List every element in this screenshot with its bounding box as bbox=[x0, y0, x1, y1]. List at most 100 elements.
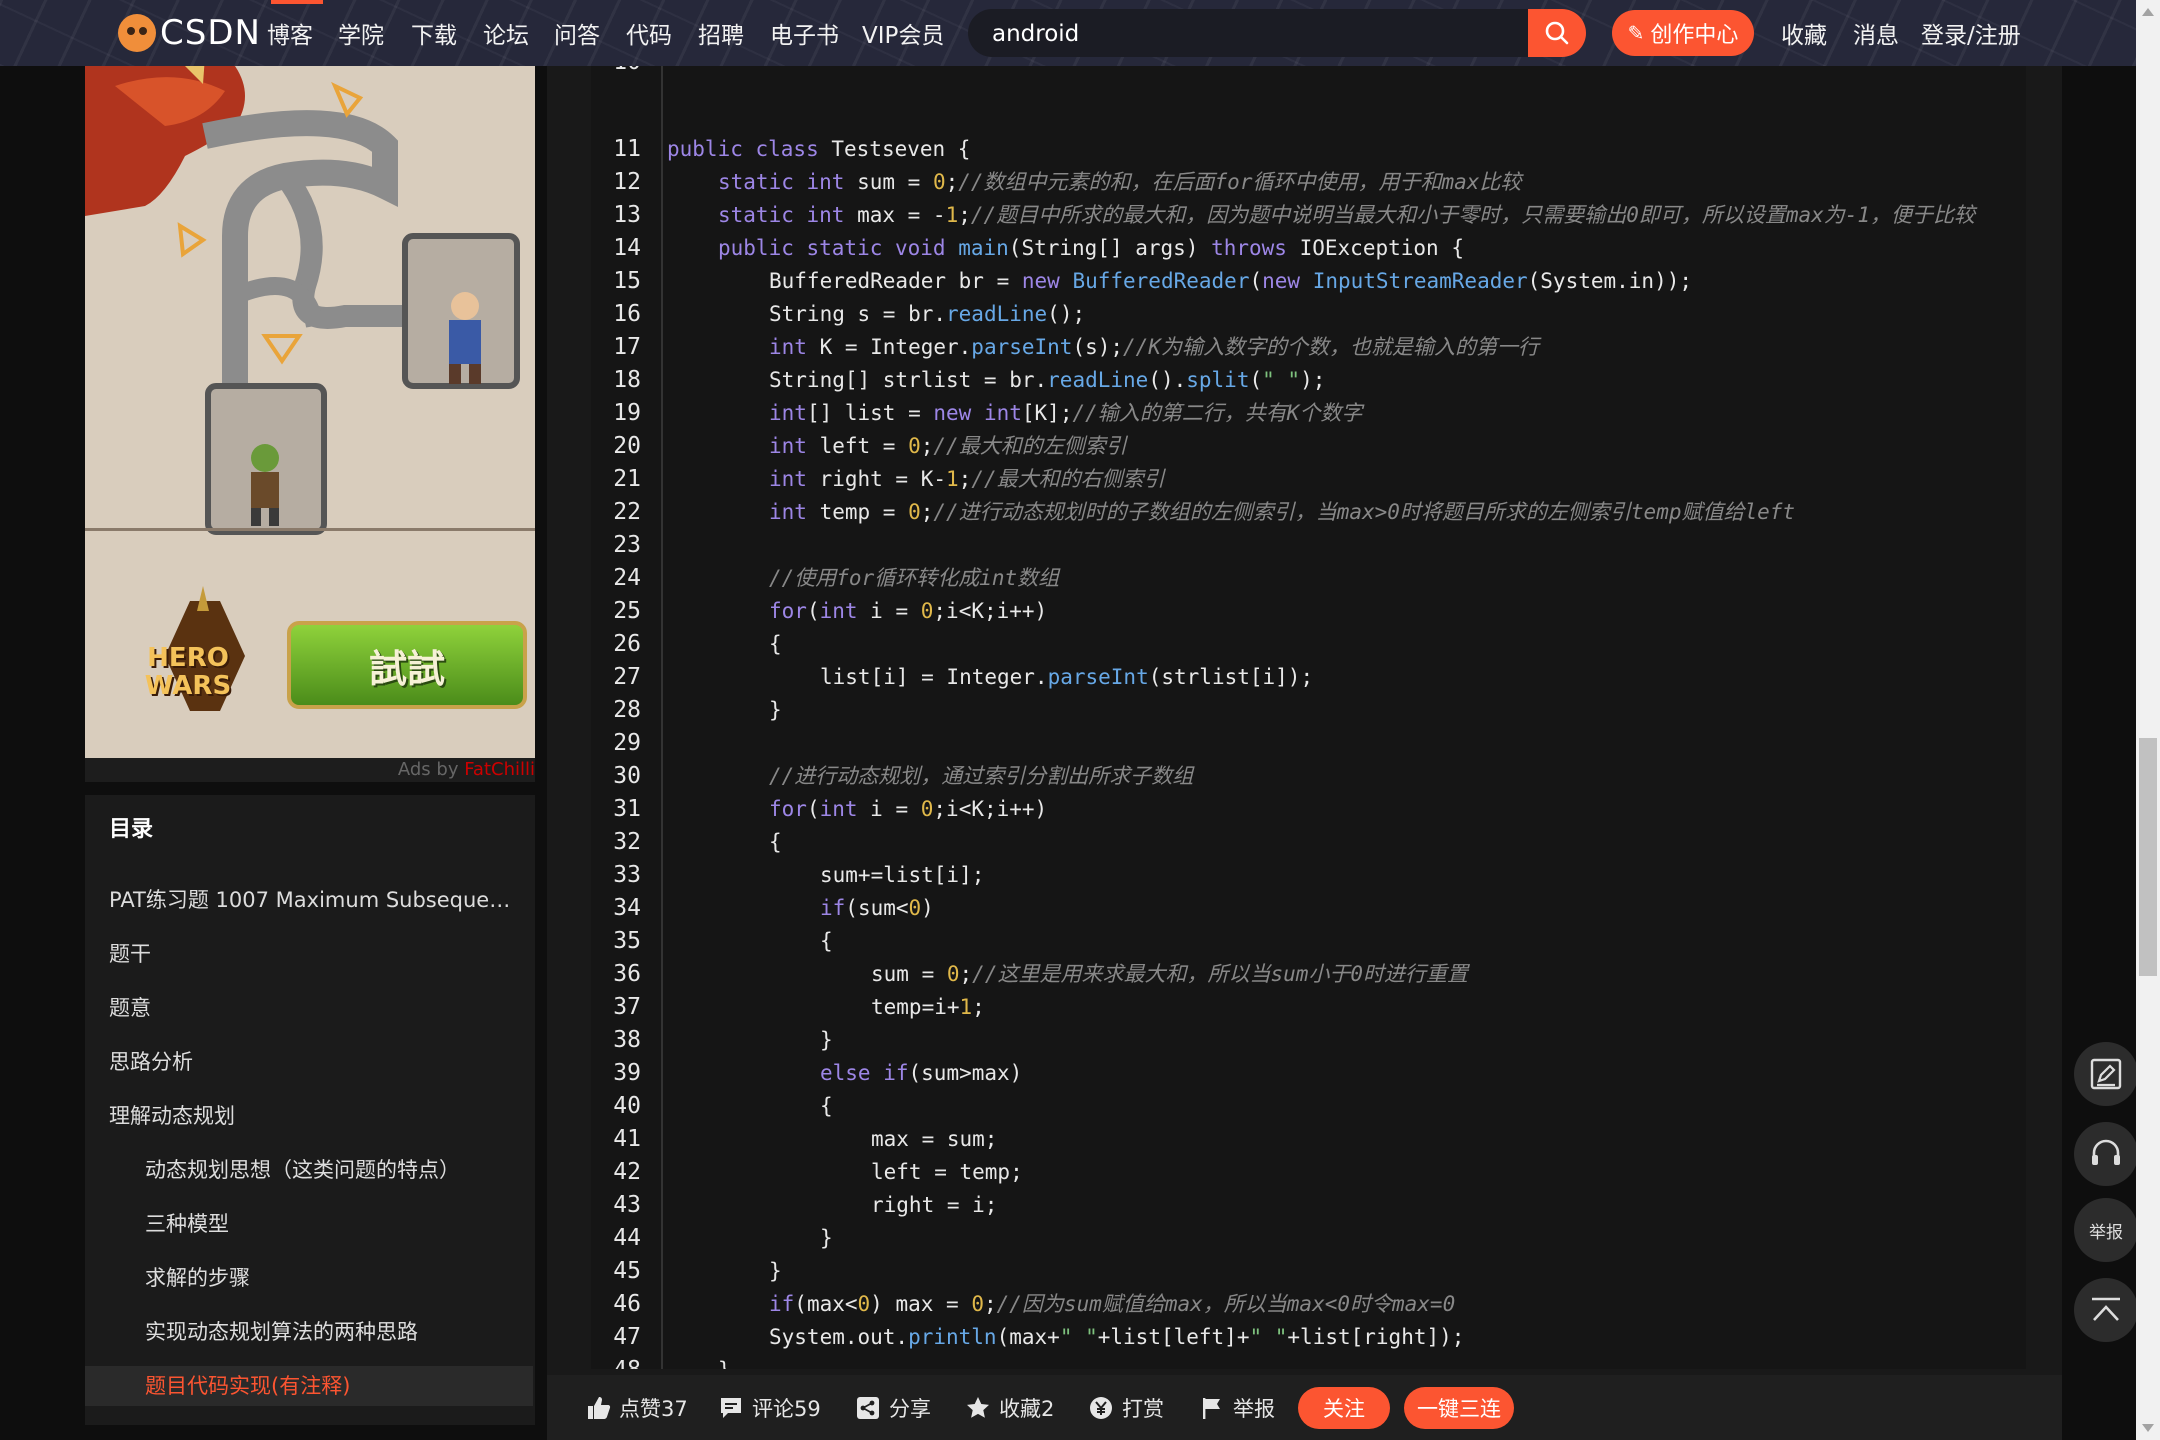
code-line: sum+=list[i]; bbox=[820, 859, 984, 892]
line-number: 27 bbox=[613, 664, 641, 690]
ad-attribution[interactable]: Ads by FatChilli bbox=[85, 758, 535, 782]
nav-blog[interactable]: 博客 bbox=[267, 16, 313, 50]
code-token: sum+=list[i]; bbox=[820, 863, 985, 887]
line-number: 30 bbox=[613, 763, 641, 789]
scroll-up-arrow-icon[interactable] bbox=[2142, 8, 2154, 16]
nav-ebook[interactable]: 电子书 bbox=[770, 16, 839, 50]
code-token: K = Integer. bbox=[819, 335, 972, 359]
share-button[interactable]: 分享 bbox=[855, 1391, 931, 1425]
nav-favorites[interactable]: 收藏 bbox=[1781, 16, 1827, 50]
nav-academy[interactable]: 学院 bbox=[338, 16, 384, 50]
code-line: String[] strlist = br.readLine().split("… bbox=[769, 364, 1325, 397]
code-line: int[] list = new int[K];//输入的第二行，共有K个数字 bbox=[769, 397, 1362, 430]
toc-subitem-active[interactable]: 题目代码实现(有注释) bbox=[85, 1366, 533, 1406]
nav-jobs[interactable]: 招聘 bbox=[698, 16, 744, 50]
search-input[interactable] bbox=[990, 9, 1504, 59]
code-token: (max+ bbox=[996, 1325, 1060, 1349]
create-center-button[interactable]: ✎ 创作中心 bbox=[1612, 10, 1754, 56]
code-line: int temp = 0;//进行动态规划时的子数组的左侧索引，当max>0时将… bbox=[769, 496, 1795, 529]
code-token: ; bbox=[920, 500, 934, 524]
toc-subitem[interactable]: 动态规划思想（这类问题的特点） bbox=[145, 1150, 515, 1190]
toc-item[interactable]: 思路分析 bbox=[109, 1042, 514, 1082]
code-token: right = i; bbox=[871, 1193, 998, 1217]
scroll-down-arrow-icon[interactable] bbox=[2142, 1424, 2154, 1432]
follow-button[interactable]: 关注 bbox=[1298, 1387, 1390, 1429]
nav-messages[interactable]: 消息 bbox=[1853, 16, 1899, 50]
collect-button[interactable]: 收藏2 bbox=[965, 1391, 1054, 1425]
code-token: ( bbox=[1249, 269, 1263, 293]
customer-service-float-button[interactable] bbox=[2074, 1122, 2138, 1186]
code-token: //进行动态规划时的子数组的左侧索引，当max>0时将题目所求的左侧索引temp… bbox=[933, 500, 1796, 524]
code-token: parseInt bbox=[1047, 665, 1149, 689]
code-token: ;i<K;i++) bbox=[933, 599, 1048, 623]
code-token: public class bbox=[667, 137, 832, 161]
code-token: ; bbox=[972, 995, 985, 1019]
line-number: 42 bbox=[613, 1159, 641, 1185]
thumbs-up-icon bbox=[585, 1395, 611, 1421]
code-token: int bbox=[819, 599, 871, 623]
code-token: sum = bbox=[871, 962, 947, 986]
toc-subitem[interactable]: 实现动态规划算法的两种思路 bbox=[145, 1312, 515, 1352]
nav-download[interactable]: 下载 bbox=[411, 16, 457, 50]
triple-action-button[interactable]: 一键三连 bbox=[1404, 1387, 1514, 1429]
code-line: int K = Integer.parseInt(s);//K为输入数字的个数，… bbox=[769, 331, 1539, 364]
code-token: } bbox=[769, 1259, 782, 1283]
scroll-thumb[interactable] bbox=[2139, 738, 2157, 976]
nav-qa[interactable]: 问答 bbox=[554, 16, 600, 50]
edit-float-button[interactable] bbox=[2074, 1042, 2138, 1106]
code-line: } bbox=[820, 1024, 833, 1057]
collect-label: 收藏2 bbox=[999, 1397, 1055, 1421]
report-button[interactable]: 举报 bbox=[1199, 1391, 1275, 1425]
code-token: int bbox=[769, 335, 820, 359]
toc-item[interactable]: 题干 bbox=[109, 934, 514, 974]
toc-item[interactable]: PAT练习题 1007 Maximum Subsequenc… bbox=[109, 880, 514, 920]
search-button[interactable] bbox=[1528, 9, 1586, 57]
share-icon bbox=[855, 1395, 881, 1421]
reward-label: 打赏 bbox=[1122, 1397, 1164, 1421]
code-line: for(int i = 0;i<K;i++) bbox=[769, 793, 1047, 826]
nav-code[interactable]: 代码 bbox=[626, 16, 672, 50]
csdn-logo[interactable]: CSDN bbox=[118, 12, 261, 54]
code-line: public class Testseven { bbox=[667, 133, 970, 166]
code-token: new bbox=[1021, 269, 1073, 293]
code-token: " " bbox=[1262, 368, 1301, 392]
ad-try-label: 試試 bbox=[368, 646, 445, 691]
toc-item[interactable]: 题意 bbox=[109, 988, 514, 1028]
page-scrollbar[interactable] bbox=[2136, 0, 2160, 1440]
code-token: (String[] args) bbox=[1008, 236, 1212, 260]
nav-login-register[interactable]: 登录/注册 bbox=[1921, 16, 2021, 50]
line-number: 18 bbox=[613, 367, 641, 393]
toc-subitem[interactable]: 求解的步骤 bbox=[145, 1258, 515, 1298]
code-token: readLine bbox=[1047, 368, 1149, 392]
code-token: Testseven { bbox=[831, 137, 971, 161]
comment-button[interactable]: 评论59 bbox=[718, 1391, 821, 1425]
line-number: 32 bbox=[613, 829, 641, 855]
code-token: String[] strlist = br. bbox=[769, 368, 1048, 392]
comment-icon bbox=[718, 1395, 744, 1421]
code-token: println bbox=[908, 1325, 997, 1349]
code-token: String s = br. bbox=[769, 302, 947, 326]
report-float-button[interactable]: 举报 bbox=[2074, 1198, 2138, 1262]
line-number: 28 bbox=[613, 697, 641, 723]
reward-button[interactable]: 打赏 bbox=[1088, 1391, 1164, 1425]
code-token: 0 bbox=[908, 434, 921, 458]
code-token: +list[right]); bbox=[1287, 1325, 1465, 1349]
line-number: 40 bbox=[613, 1093, 641, 1119]
ad-try-button[interactable]: 試試 bbox=[287, 621, 527, 709]
line-number: 29 bbox=[613, 730, 641, 756]
code-token: { bbox=[769, 830, 782, 854]
line-number: 21 bbox=[613, 466, 641, 492]
game-ad-banner[interactable]: HERO WARS 試試 bbox=[85, 66, 535, 758]
back-to-top-button[interactable] bbox=[2074, 1278, 2138, 1342]
like-button[interactable]: 点赞37 bbox=[585, 1391, 688, 1425]
code-token: int bbox=[769, 434, 820, 458]
toc-subitem[interactable]: 三种模型 bbox=[145, 1204, 515, 1244]
article-toolbar: 点赞37 评论59 分享 收藏2 打赏 举报 关注 一键三连 bbox=[547, 1375, 2062, 1440]
line-number: 31 bbox=[613, 796, 641, 822]
code-token: new bbox=[1262, 269, 1313, 293]
nav-forum[interactable]: 论坛 bbox=[483, 16, 529, 50]
nav-vip[interactable]: VIP会员 bbox=[862, 16, 944, 50]
code-token: (sum< bbox=[845, 896, 909, 920]
code-token: } bbox=[718, 1358, 731, 1369]
toc-item[interactable]: 理解动态规划 bbox=[109, 1096, 514, 1136]
